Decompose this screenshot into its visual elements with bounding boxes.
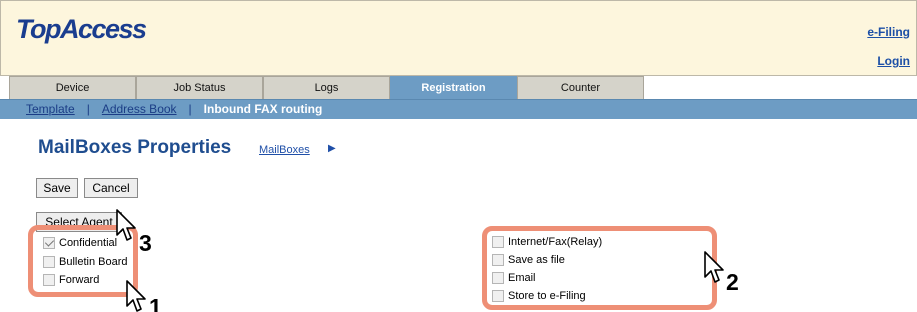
mouse-pointer-icon [704, 251, 724, 283]
tab-device[interactable]: Device [9, 76, 136, 99]
main-tabs: Device Job Status Logs Registration Coun… [9, 76, 644, 99]
topaccess-logo: TopAccess [16, 14, 147, 44]
breadcrumb-mailboxes-link[interactable]: MailBoxes [259, 144, 310, 156]
login-link[interactable]: Login [877, 54, 910, 68]
callout-box-right [482, 226, 717, 310]
tab-logs[interactable]: Logs [263, 76, 390, 99]
subnav-inbound-fax-routing: Inbound FAX routing [203, 102, 323, 116]
mouse-pointer-icon [126, 280, 146, 312]
page-title: MailBoxes Properties [38, 137, 232, 158]
step-number-3: 3 [139, 230, 152, 256]
tab-registration[interactable]: Registration [390, 76, 517, 99]
step-number-1: 1 [149, 294, 162, 312]
sub-navigation: Template | Address Book | Inbound FAX routin… [0, 99, 917, 119]
save-button[interactable]: Save [36, 178, 78, 198]
tab-job-status[interactable]: Job Status [136, 76, 263, 99]
subnav-separator: | [188, 102, 192, 116]
subnav-address-book-link[interactable]: Address Book [102, 102, 177, 116]
subnav-template-link[interactable]: Template [26, 102, 75, 116]
subnav-separator: | [86, 102, 90, 116]
breadcrumb-arrow-icon: ▶ [328, 143, 336, 154]
step-number-2: 2 [726, 269, 739, 295]
mouse-pointer-icon [116, 209, 136, 241]
tab-counter[interactable]: Counter [517, 76, 644, 99]
cancel-button[interactable]: Cancel [84, 178, 138, 198]
efiling-link[interactable]: e-Filing [867, 25, 910, 39]
